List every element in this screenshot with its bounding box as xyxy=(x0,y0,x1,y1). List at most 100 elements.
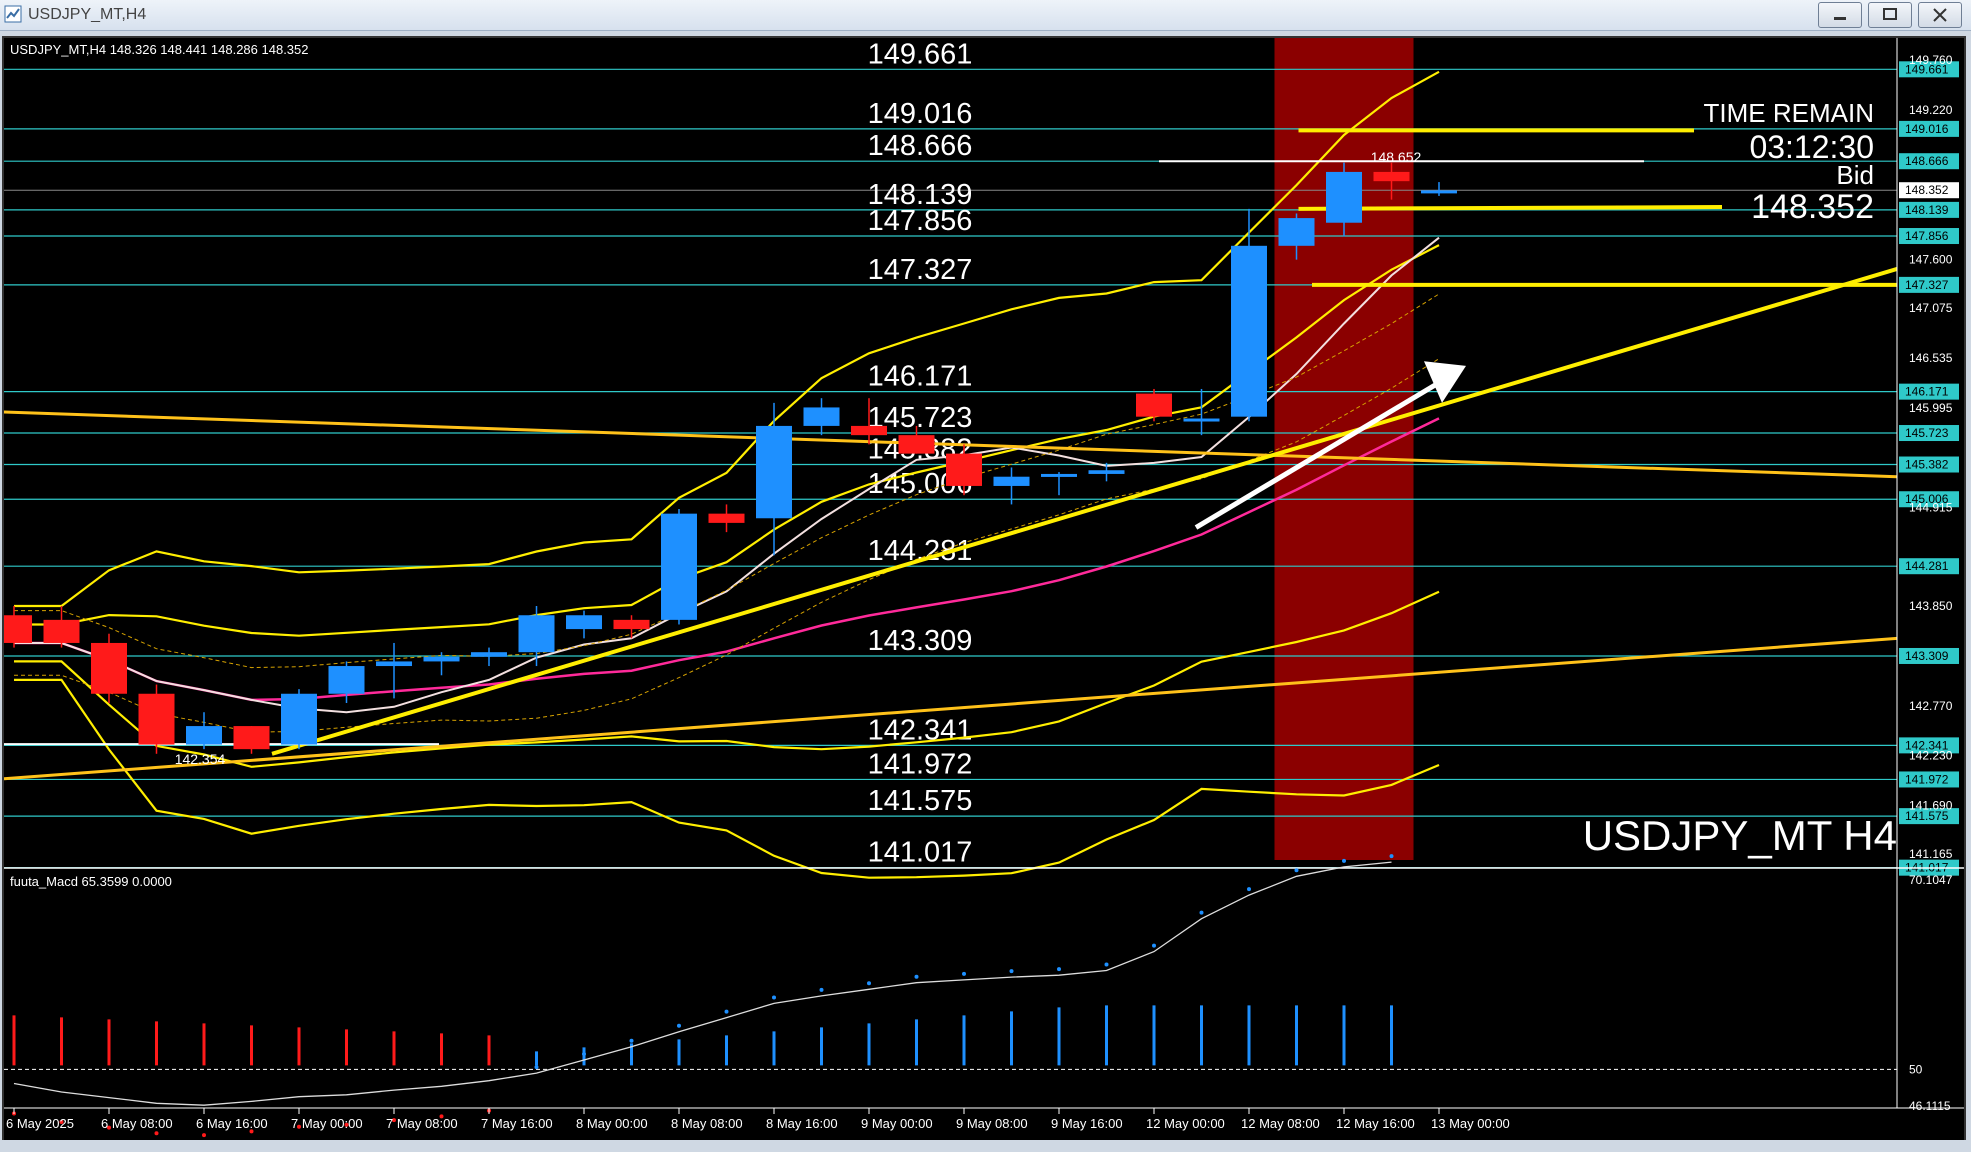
macd-signal-dot xyxy=(1294,868,1299,873)
macd-signal-dot xyxy=(1199,910,1204,915)
dotted-average-lower xyxy=(14,358,1440,733)
time-axis-label: 6 May 2025 xyxy=(6,1116,74,1131)
macd-signal-dot xyxy=(1342,858,1346,863)
bull-candle xyxy=(186,726,222,745)
level-axis-label: 145.723 xyxy=(1905,426,1949,440)
price-axis-tick: 147.075 xyxy=(1909,301,1953,315)
bear-candle xyxy=(1373,171,1410,182)
macd-signal-dot xyxy=(154,1131,159,1136)
high-marker: 148.652 xyxy=(1371,149,1422,165)
macd-signal-dot xyxy=(772,995,776,1000)
window-titlebar: USDJPY_MT,H4 xyxy=(0,0,1971,31)
level-label: 147.327 xyxy=(868,254,973,286)
level-label: 141.017 xyxy=(868,837,973,869)
macd-signal-dot xyxy=(1247,887,1251,892)
bull-candle xyxy=(661,513,697,620)
time-axis-label: 9 May 00:00 xyxy=(861,1116,933,1131)
bollinger-upper-inner xyxy=(14,244,1440,637)
macd-signal-dot xyxy=(202,1133,206,1138)
macd-axis-tick: 50 xyxy=(1909,1062,1923,1076)
bull-candle xyxy=(423,656,460,662)
bid-value: 148.352 xyxy=(1751,188,1874,226)
bull-candle xyxy=(803,407,840,426)
macd-axis-tick: 46.1115 xyxy=(1909,1099,1951,1113)
level-label: 141.972 xyxy=(868,748,973,780)
bear-candle xyxy=(946,453,982,486)
uptrend-line xyxy=(271,266,1898,756)
macd-signal-dot xyxy=(677,1023,681,1028)
level-axis-label: 147.327 xyxy=(1905,278,1949,292)
bull-candle xyxy=(993,476,1030,486)
maximize-button[interactable] xyxy=(1868,2,1912,28)
level-label: 149.661 xyxy=(868,38,973,70)
minimize-icon xyxy=(1834,17,1846,20)
bull-candle xyxy=(1278,218,1315,246)
macd-signal-dot xyxy=(1152,943,1156,948)
time-axis-label: 8 May 00:00 xyxy=(576,1116,648,1131)
bull-candle xyxy=(376,661,412,667)
price-axis-tick: 144.915 xyxy=(1909,501,1953,515)
macd-signal-dot xyxy=(819,987,824,992)
level-axis-label: 146.171 xyxy=(1905,385,1949,399)
status-strip xyxy=(0,1140,1971,1152)
macd-signal-dot xyxy=(1104,962,1109,967)
bull-candle xyxy=(328,666,365,694)
bull-candle xyxy=(1231,245,1267,417)
time-axis-label: 7 May 00:00 xyxy=(291,1116,363,1131)
macd-signal-dot xyxy=(534,1065,539,1070)
close-button[interactable] xyxy=(1918,2,1962,28)
level-axis-label: 144.281 xyxy=(1905,559,1949,573)
time-axis-label: 6 May 08:00 xyxy=(101,1116,173,1131)
level-label: 141.575 xyxy=(868,785,973,817)
time-axis-label: 9 May 16:00 xyxy=(1051,1116,1123,1131)
level-axis-label: 143.309 xyxy=(1905,649,1949,663)
level-label: 149.016 xyxy=(868,98,973,130)
time-axis-label: 13 May 00:00 xyxy=(1431,1116,1510,1131)
low-marker: 142.354 xyxy=(175,751,226,767)
dotted-average-upper xyxy=(14,293,1440,669)
level-axis-label: 148.139 xyxy=(1905,203,1949,217)
bear-candle xyxy=(233,726,270,750)
bull-candle xyxy=(1326,171,1362,223)
macd-signal-dot xyxy=(867,981,871,986)
macd-axis-tick: 70.1047 xyxy=(1909,873,1953,887)
bear-candle xyxy=(851,425,887,436)
chart-window[interactable]: 149.661 149.661 149.016 149.016 148.666 148.6… xyxy=(0,36,1966,1148)
bull-candle xyxy=(281,693,317,745)
level-axis-label: 141.972 xyxy=(1905,772,1949,786)
bear-candle xyxy=(1136,393,1172,417)
restore-icon xyxy=(1883,8,1897,20)
bull-candle xyxy=(1421,190,1457,194)
bear-candle xyxy=(0,615,32,643)
symbol-watermark: USDJPY_MT H4 xyxy=(1583,812,1897,859)
price-axis-tick: 142.770 xyxy=(1909,699,1953,713)
level-label: 147.856 xyxy=(868,205,973,237)
macd-signal-dot xyxy=(1009,969,1014,974)
bull-candle xyxy=(1088,470,1125,474)
macd-signal-dot xyxy=(914,974,919,979)
bear-candle xyxy=(138,693,175,745)
level-axis-label: 147.856 xyxy=(1905,229,1949,243)
price-axis-tick: 142.230 xyxy=(1909,749,1953,763)
price-chart[interactable]: 149.661149.661149.016149.016148.666148.6… xyxy=(0,38,1964,1146)
header-info: USDJPY_MT,H4 148.326 148.441 148.286 148… xyxy=(10,42,309,57)
level-axis-label: 148.666 xyxy=(1905,154,1949,168)
bull-candle xyxy=(756,425,792,519)
bull-candle xyxy=(566,615,602,630)
price-axis-tick: 141.690 xyxy=(1909,799,1953,813)
moving-average-fast xyxy=(14,236,1440,714)
macd-signal-dot xyxy=(629,1038,634,1043)
bull-candle xyxy=(471,652,507,657)
price-axis-tick: 146.535 xyxy=(1909,351,1953,365)
time-axis-label: 12 May 08:00 xyxy=(1241,1116,1320,1131)
time-axis-label: 7 May 16:00 xyxy=(481,1116,553,1131)
price-axis-tick: 149.760 xyxy=(1909,53,1953,67)
macd-signal-dot xyxy=(962,971,966,976)
indicator-label: fuuta_Macd 65.3599 0.0000 xyxy=(10,874,172,889)
window-title: USDJPY_MT,H4 xyxy=(28,6,147,23)
bear-candle xyxy=(708,513,745,523)
bear-candle xyxy=(613,619,650,630)
time-axis-label: 9 May 08:00 xyxy=(956,1116,1028,1131)
minimize-button[interactable] xyxy=(1818,2,1862,28)
price-axis-tick: 145.995 xyxy=(1909,401,1953,415)
